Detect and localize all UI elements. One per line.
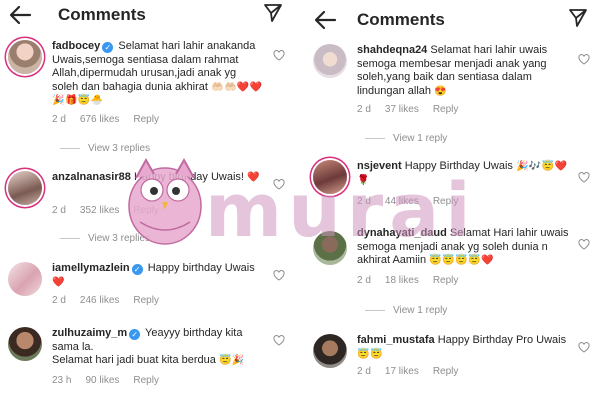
view-replies-button[interactable]: View 1 reply — [365, 305, 447, 316]
direct-message-icon[interactable] — [263, 3, 283, 23]
comment-time: 2 d — [357, 196, 371, 207]
view-replies-button[interactable]: View 3 replies — [60, 143, 150, 154]
comment-username[interactable]: nsjevent — [357, 160, 402, 172]
like-heart-icon[interactable] — [578, 239, 590, 250]
comment-meta: 2 d 37 likes Reply — [357, 104, 458, 115]
comment-body: anzalnanasir88 Happy birthday Uwais! ❤️ — [52, 171, 264, 185]
direct-message-icon[interactable] — [568, 8, 588, 28]
comment-time: 2 d — [357, 104, 371, 115]
comment-meta: 2 d 18 likes Reply — [357, 275, 458, 286]
reply-button[interactable]: Reply — [433, 366, 459, 377]
left-comments-screen: Comments fadbocey ✓ Selamat hari lahir an… — [0, 0, 295, 400]
comment-body: dynahayati_daud Selamat Hari lahir uwais… — [357, 227, 569, 268]
comment-emojis: 😇🎉 — [218, 355, 245, 366]
divider — [295, 0, 305, 400]
comment-username[interactable]: anzalnanasir88 — [52, 171, 131, 183]
comment-likes[interactable]: 37 likes — [385, 104, 419, 115]
page-title: Comments — [58, 5, 146, 24]
comment-likes[interactable]: 18 likes — [385, 275, 419, 286]
comment-time: 2 d — [52, 205, 66, 216]
comment-time: 2 d — [52, 295, 66, 306]
comment-text: Happy Birthday Uwais — [404, 160, 513, 172]
reply-button[interactable]: Reply — [433, 275, 459, 286]
like-heart-icon[interactable] — [273, 270, 285, 281]
header: Comments — [305, 0, 600, 30]
comment-time: 23 h — [52, 375, 72, 386]
avatar[interactable] — [313, 160, 347, 194]
like-heart-icon[interactable] — [578, 54, 590, 65]
reply-button[interactable]: Reply — [133, 375, 159, 386]
avatar[interactable] — [313, 334, 347, 368]
comment-likes[interactable]: 17 likes — [385, 366, 419, 377]
comment-meta: 2 d 44 likes Reply — [357, 196, 458, 207]
avatar[interactable] — [313, 231, 347, 265]
reply-button[interactable]: Reply — [433, 196, 459, 207]
comment-meta: 2 d 676 likes Reply — [52, 114, 159, 125]
like-heart-icon[interactable] — [578, 342, 590, 353]
reply-button[interactable]: Reply — [133, 295, 159, 306]
comment-body: zulhuzaimy_m ✓ Yeayyy birthday kita sama … — [52, 327, 264, 368]
avatar[interactable] — [8, 327, 42, 361]
verified-badge-icon: ✓ — [102, 42, 114, 53]
avatar[interactable] — [313, 44, 347, 78]
comment-likes[interactable]: 352 likes — [80, 205, 119, 216]
comment-username[interactable]: zulhuzaimy_m — [52, 327, 127, 339]
comment-text: Happy birthday Uwais — [147, 262, 255, 274]
page-title: Comments — [357, 10, 445, 29]
reply-button[interactable]: Reply — [133, 205, 159, 216]
comment-meta: 2 d 246 likes Reply — [52, 295, 159, 306]
comment-username[interactable]: shahdeqna24 — [357, 44, 427, 56]
comment-likes[interactable]: 90 likes — [85, 375, 119, 386]
verified-badge-icon: ✓ — [129, 329, 141, 340]
comment-body: fahmi_mustafa Happy Birthday Pro Uwais 😇… — [357, 334, 569, 361]
comment-username[interactable]: fadbocey — [52, 40, 100, 52]
comment-emojis: 😇😇 — [357, 348, 383, 360]
comment-body: iamellymazlein ✓ Happy birthday Uwais ❤️ — [52, 262, 264, 289]
comment-emojis: ❤️ — [247, 172, 261, 183]
comment-meta: 2 d 17 likes Reply — [357, 366, 458, 377]
comment-text: Happy Birthday Pro Uwais — [437, 334, 567, 346]
comment-emojis: ❤️ — [52, 276, 65, 288]
header: Comments — [0, 0, 295, 30]
comment-username[interactable]: fahmi_mustafa — [357, 334, 435, 346]
comment-emojis: 😍 — [434, 85, 448, 97]
view-replies-button[interactable]: View 3 replies — [60, 233, 150, 244]
like-heart-icon[interactable] — [273, 335, 285, 346]
comment-likes[interactable]: 44 likes — [385, 196, 419, 207]
avatar[interactable] — [8, 171, 42, 205]
avatar[interactable] — [8, 40, 42, 74]
comment-body: shahdeqna24 Selamat hari lahir uwais sem… — [357, 44, 569, 98]
like-heart-icon[interactable] — [578, 172, 590, 183]
back-arrow-icon[interactable] — [8, 4, 32, 26]
comment-text: Happy birthday Uwais! — [133, 171, 244, 183]
comment-time: 2 d — [357, 366, 371, 377]
avatar[interactable] — [8, 262, 42, 296]
comment-meta: 23 h 90 likes Reply — [52, 375, 159, 386]
comment-emojis: 😇😇😇😇❤️ — [429, 255, 494, 266]
back-arrow-icon[interactable] — [313, 9, 337, 31]
comment-body: fadbocey ✓ Selamat hari lahir anakanda Uw… — [52, 40, 264, 108]
comment-text-line2: Selamat hari jadi buat kita berdua — [52, 354, 216, 366]
comment-time: 2 d — [52, 114, 66, 125]
comment-likes[interactable]: 246 likes — [80, 295, 119, 306]
comment-meta: 2 d 352 likes Reply — [52, 205, 159, 216]
like-heart-icon[interactable] — [273, 179, 285, 190]
like-heart-icon[interactable] — [273, 50, 285, 61]
right-comments-screen: Comments shahdeqna24 Selamat hari lahir … — [305, 0, 600, 400]
comment-username[interactable]: iamellymazlein — [52, 262, 130, 274]
comment-likes[interactable]: 676 likes — [80, 114, 119, 125]
comment-body: nsjevent Happy Birthday Uwais 🎉🎶😇❤️🌹 — [357, 160, 569, 187]
comment-time: 2 d — [357, 275, 371, 286]
view-replies-button[interactable]: View 1 reply — [365, 133, 447, 144]
comment-username[interactable]: dynahayati_daud — [357, 227, 447, 239]
reply-button[interactable]: Reply — [133, 114, 159, 125]
verified-badge-icon: ✓ — [131, 264, 143, 275]
reply-button[interactable]: Reply — [433, 104, 459, 115]
